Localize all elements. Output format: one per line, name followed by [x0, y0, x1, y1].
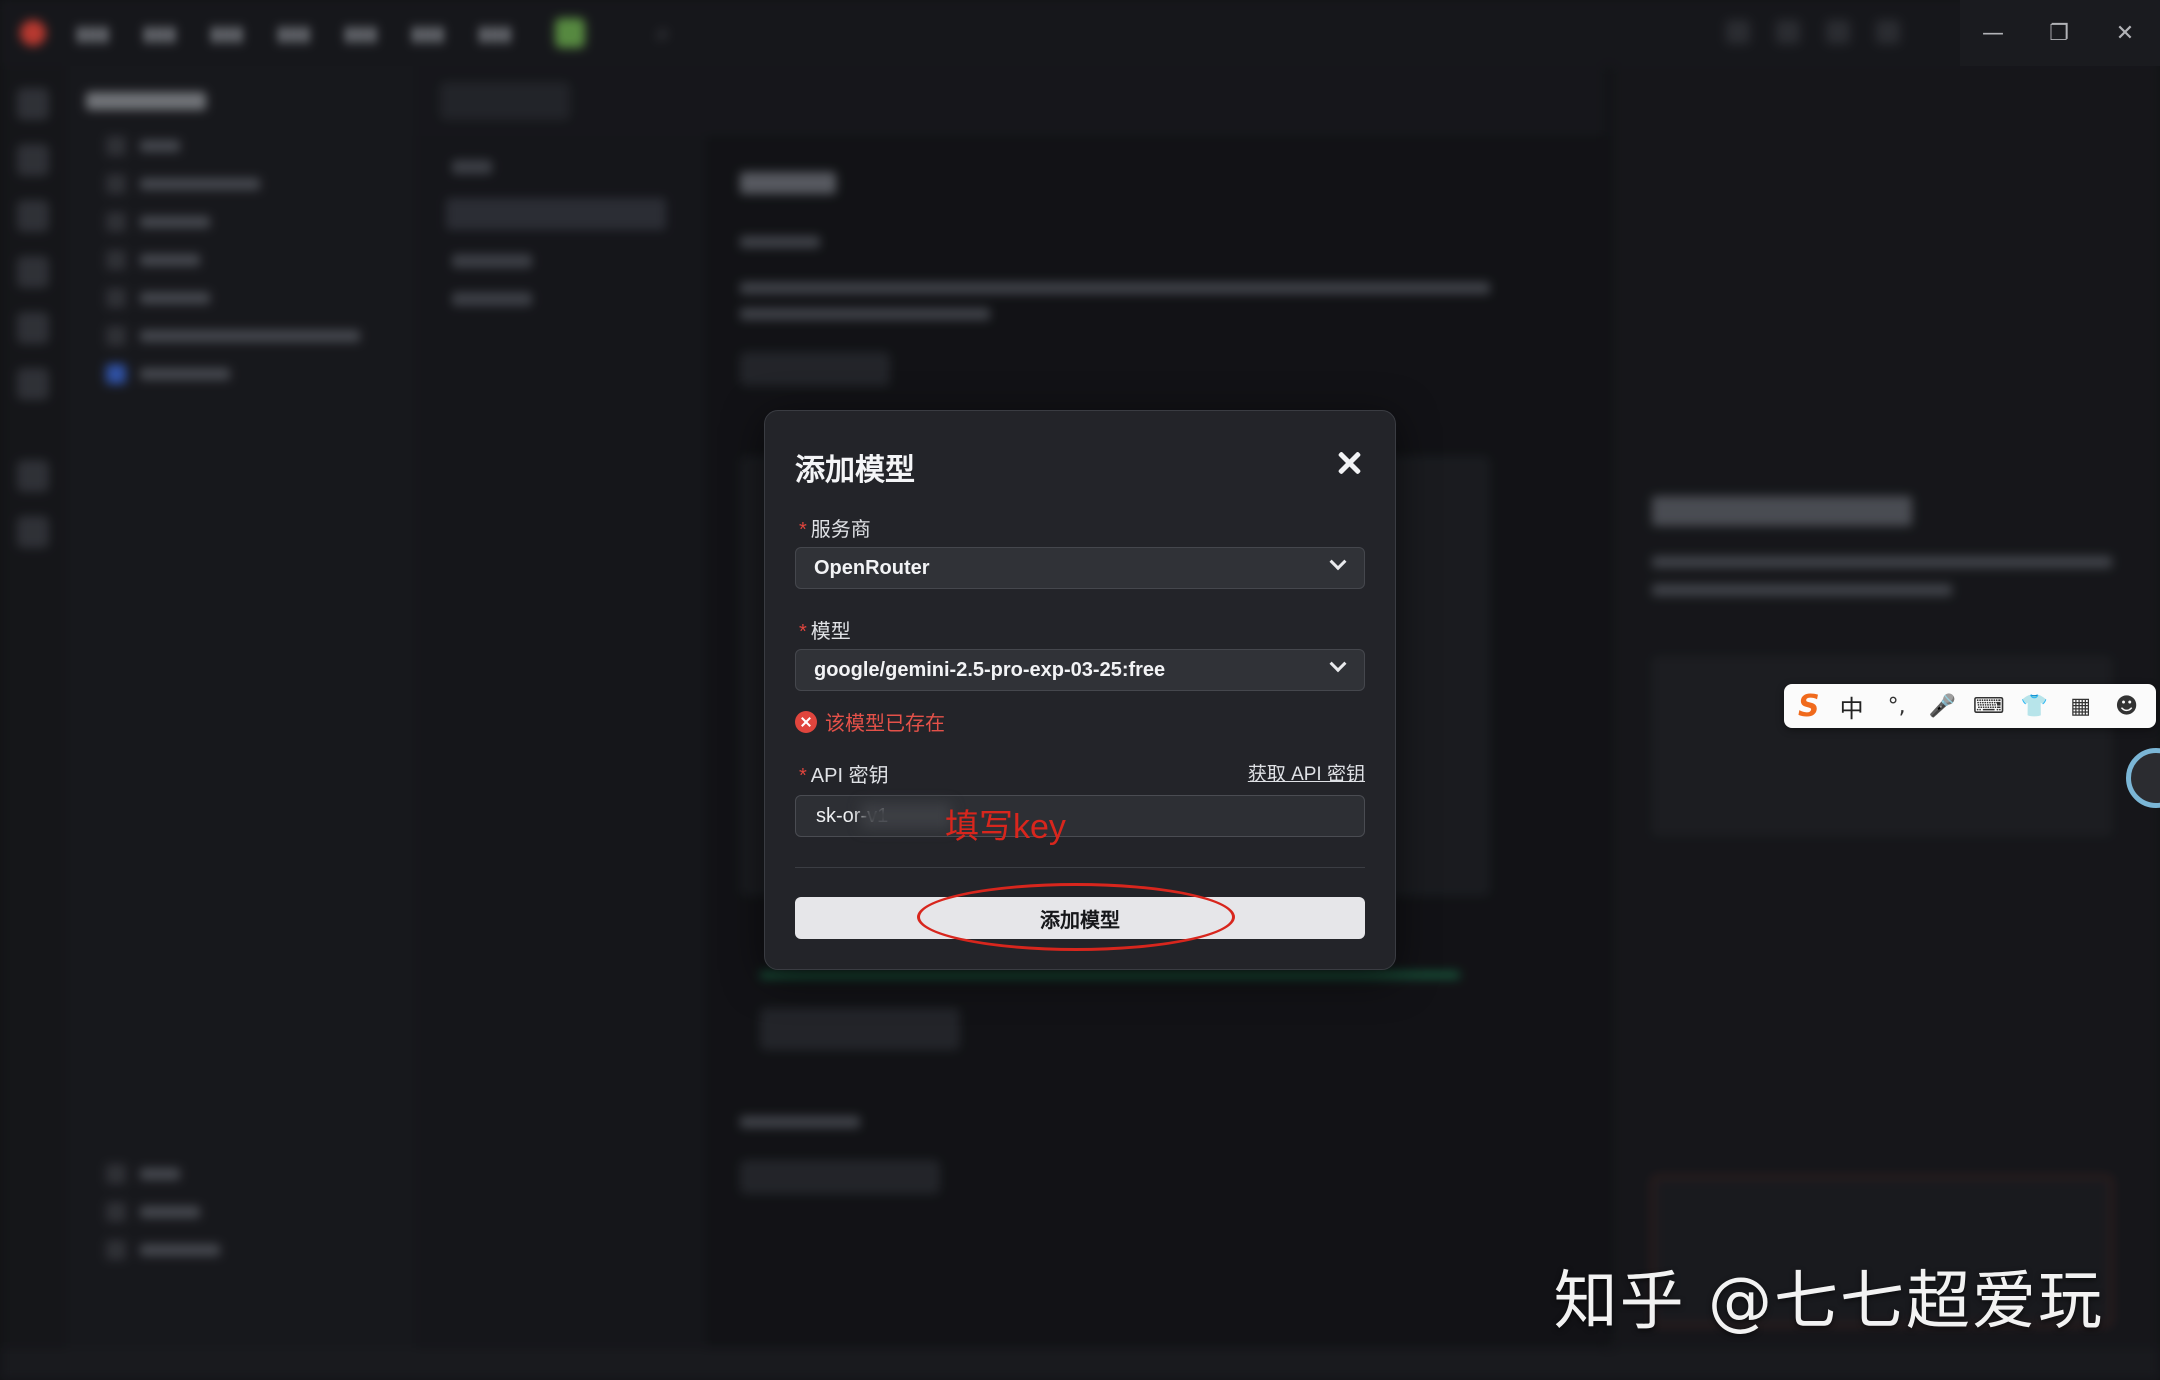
redaction-mask — [861, 803, 951, 829]
chevron-down-icon — [1329, 655, 1347, 673]
dialog-title: 添加模型 — [795, 454, 915, 487]
add-model-button[interactable]: 添加模型 — [795, 897, 1365, 939]
error-icon — [795, 710, 817, 733]
add-model-dialog: 添加模型 * 服务商 OpenRouter * 模型 google/gemini-2… — [764, 410, 1396, 970]
punctuation-icon[interactable]: °, — [1884, 693, 1910, 719]
provider-value: OpenRouter — [814, 556, 930, 579]
ime-toolbar: S 中 °, 🎤 ⌨ 👕 ▦ ☻ — [1784, 684, 2156, 728]
keyboard-icon[interactable]: ⌨ — [1973, 693, 2005, 719]
required-mark: * — [799, 519, 807, 541]
required-mark: * — [799, 621, 807, 643]
dialog-divider — [795, 867, 1365, 868]
model-select[interactable]: google/gemini-2.5-pro-exp-03-25:free — [795, 649, 1365, 691]
get-api-key-link[interactable]: 获取 API 密钥 — [1248, 759, 1365, 786]
provider-label: * 服务商 — [799, 519, 871, 541]
chevron-down-icon — [1329, 553, 1347, 571]
ime-language-toggle[interactable]: 中 — [1840, 689, 1864, 724]
model-label: * 模型 — [799, 621, 851, 643]
ime-logo[interactable]: S — [1798, 689, 1820, 724]
avatar-icon[interactable]: ☻ — [2114, 693, 2140, 719]
model-error: 该模型已存在 — [795, 707, 945, 736]
required-mark: * — [799, 765, 807, 787]
watermark: 知乎 @七七超爱玩 — [1553, 1265, 2104, 1339]
microphone-icon[interactable]: 🎤 — [1929, 693, 1956, 719]
skin-icon[interactable]: 👕 — [2021, 693, 2048, 719]
provider-select[interactable]: OpenRouter — [795, 547, 1365, 589]
error-text: 该模型已存在 — [825, 713, 945, 735]
grid-icon[interactable]: ▦ — [2068, 693, 2094, 719]
annotation-text: 填写key — [945, 808, 1066, 846]
model-value: google/gemini-2.5-pro-exp-03-25:free — [814, 658, 1166, 681]
api-key-label: * API 密钥 — [799, 765, 889, 787]
close-dialog-button[interactable] — [1335, 449, 1363, 477]
